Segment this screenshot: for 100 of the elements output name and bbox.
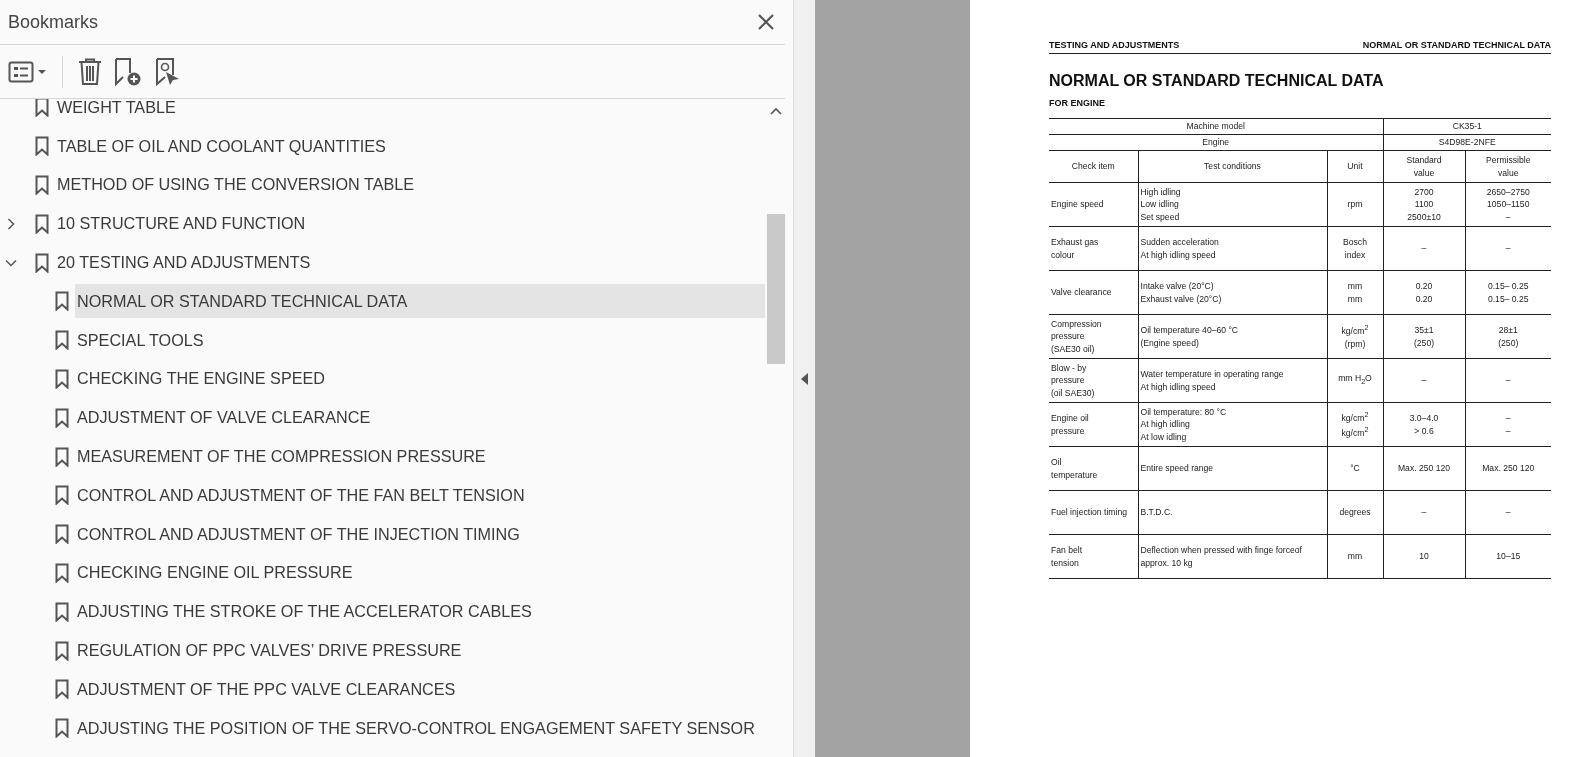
bookmark-item[interactable]: NORMAL OR STANDARD TECHNICAL DATA (75, 284, 765, 319)
bookmark-icon (55, 679, 69, 700)
table-cell: – (1465, 358, 1551, 403)
table-cell: Engine (1049, 134, 1383, 151)
bookmark-item[interactable]: CONTROL AND ADJUSTMENT OF THE INJECTION TIMING (75, 517, 765, 552)
bookmark-icon (35, 99, 49, 118)
bookmark-icon (55, 718, 69, 739)
close-button[interactable] (757, 13, 775, 31)
panel-title: Bookmarks (8, 11, 99, 33)
table-cell: B.T.D.C. (1138, 490, 1327, 535)
bookmark-icon (55, 640, 69, 661)
table-cell: 2700 1100 2500±10 (1383, 182, 1465, 227)
bookmark-item[interactable]: TABLE OF OIL AND COOLANT QUANTITIES (55, 129, 765, 164)
table-cell: mm (1327, 534, 1383, 579)
table-cell: Max. 250 120 (1383, 446, 1465, 491)
table-cell: – (1383, 490, 1465, 535)
table-cell: Engine speed (1049, 182, 1138, 227)
running-header: TESTING AND ADJUSTMENTS (1049, 40, 1180, 50)
bookmark-item[interactable]: REGULATION OF PPC VALVES’ DRIVE PRESSURE (75, 633, 765, 668)
table-cell: – (1465, 226, 1551, 271)
bookmark-item[interactable]: ADJUSTMENT OF VALVE CLEARANCE (75, 400, 765, 435)
table-cell: mm H$_{2}$O (1327, 358, 1383, 403)
table-cell: Oil temperature (1049, 446, 1138, 491)
bookmark-icon (35, 136, 49, 157)
table-cell: Bosch index (1327, 226, 1383, 271)
bookmark-icon (35, 213, 49, 234)
table-cell: Engine oil pressure (1049, 402, 1138, 447)
table-cell: Oil temperature: 80 °C At high idling At low idling (1138, 402, 1327, 447)
table-cell: kg/cm$^{2}$ kg/cm$^{2}$ (1327, 402, 1383, 447)
column-header: Test conditions (1138, 150, 1327, 183)
bookmark-item[interactable]: ADJUSTMENT OF THE PPC VALVE CLEARANCES (75, 672, 765, 707)
bookmark-item[interactable]: CONTROL AND ADJUSTMENT OF THE FAN BELT TENSION (75, 478, 765, 513)
table-cell: Blow - by pressure (oil SAE30) (1049, 358, 1138, 403)
table-cell: mm mm (1327, 270, 1383, 315)
table-cell: CK35-1 (1383, 118, 1551, 135)
bookmark-icon (55, 330, 69, 351)
bookmark-icon (55, 524, 69, 545)
table-cell: rpm (1327, 182, 1383, 227)
bookmark-icon (55, 562, 69, 583)
bookmark-item[interactable]: MEASUREMENT OF THE COMPRESSION PRESSURE (75, 439, 765, 474)
add-bookmark-button[interactable] (113, 56, 143, 87)
bookmark-item[interactable]: METHOD OF USING THE CONVERSION TABLE (55, 168, 765, 202)
collapse-arrow-icon[interactable] (800, 372, 809, 385)
table-cell: °C (1327, 446, 1383, 491)
table-cell: Sudden acceleration At high idling speed (1138, 226, 1327, 271)
scroll-up-icon[interactable] (770, 107, 782, 115)
table-cell: 3.0–4.0 > 0.6 (1383, 402, 1465, 447)
bookmark-icon (35, 175, 49, 195)
table-cell: 0.15– 0.25 0.15– 0.25 (1465, 270, 1551, 315)
column-header: Unit (1327, 150, 1383, 183)
table-cell: 0.20 0.20 (1383, 270, 1465, 315)
table-cell: 35±1 (250) (1383, 314, 1465, 359)
table-cell: Machine model (1049, 118, 1383, 135)
bookmark-icon (55, 291, 69, 312)
column-header: Standard value (1383, 150, 1465, 183)
table-cell: 2650–2750 1050–1150 – (1465, 182, 1551, 227)
options-button[interactable] (8, 59, 48, 84)
section-heading: FOR ENGINE (1049, 98, 1106, 108)
bookmark-icon (55, 368, 69, 389)
bookmark-item[interactable]: CHECKING ENGINE OIL PRESSURE (75, 555, 765, 590)
bookmark-icon (55, 407, 69, 428)
table-cell: 10–15 (1465, 534, 1551, 579)
bookmark-item[interactable]: CHECKING THE ENGINE SPEED (75, 361, 765, 396)
delete-button[interactable] (77, 57, 103, 86)
table-cell: Valve clearance (1049, 270, 1138, 315)
bookmark-item[interactable]: 10 STRUCTURE AND FUNCTION (55, 206, 765, 241)
table-cell: kg/cm$^{2}$ (rpm) (1327, 314, 1383, 359)
document-title: NORMAL OR STANDARD TECHNICAL DATA (1049, 72, 1385, 90)
table-cell: Exhaust gas colour (1049, 226, 1138, 271)
table-cell: Deflection when pressed with finge forceof approx. 10 kg (1138, 534, 1327, 579)
bookmark-icon (35, 252, 49, 273)
table-cell: – (1383, 226, 1465, 271)
table-cell: Fan belt tension (1049, 534, 1138, 579)
table-cell: – – (1465, 402, 1551, 447)
bookmark-item[interactable]: WEIGHT TABLE (55, 99, 765, 125)
table-cell: Entire speed range (1138, 446, 1327, 491)
column-header: Permissible value (1465, 150, 1551, 183)
bookmark-item[interactable]: ADJUSTING THE STROKE OF THE ACCELERATOR CABLES (75, 594, 765, 629)
table-cell: 28±1 (250) (1465, 314, 1551, 359)
bookmark-icon (55, 485, 69, 506)
bookmark-item[interactable]: SPECIAL TOOLS (75, 323, 765, 358)
bookmark-item[interactable]: 20 TESTING AND ADJUSTMENTS (55, 245, 765, 280)
table-cell: Oil temperature 40–60 °C (Engine speed) (1138, 314, 1327, 359)
table-cell: Compression pressure (SAE30 oil) (1049, 314, 1138, 359)
table-cell: S4D98E-2NFE (1383, 134, 1551, 151)
table-cell: Water temperature in operating range At high idling speed (1138, 358, 1327, 403)
table-cell: Fuel injection timing (1049, 490, 1138, 535)
table-cell: Intake valve (20°C) Exhaust valve (20°C) (1138, 270, 1327, 315)
bookmark-icon (55, 446, 69, 467)
column-header: Check item (1049, 150, 1138, 183)
table-cell: High idling Low idling Set speed (1138, 182, 1327, 227)
table-cell: Max. 250 120 (1465, 446, 1551, 491)
table-cell: degrees (1327, 490, 1383, 535)
bookmark-icon (55, 601, 69, 622)
table-cell: – (1383, 358, 1465, 403)
running-header: NORMAL OR STANDARD TECHNICAL DATA (1362, 40, 1551, 50)
table-cell: 10 (1383, 534, 1465, 579)
scrollbar-thumb[interactable] (767, 214, 785, 364)
bookmark-item[interactable]: ADJUSTING THE POSITION OF THE SERVO-CONTROL ENGAGEMENT SAFETY SENSOR (75, 711, 765, 746)
table-cell: – (1465, 490, 1551, 535)
